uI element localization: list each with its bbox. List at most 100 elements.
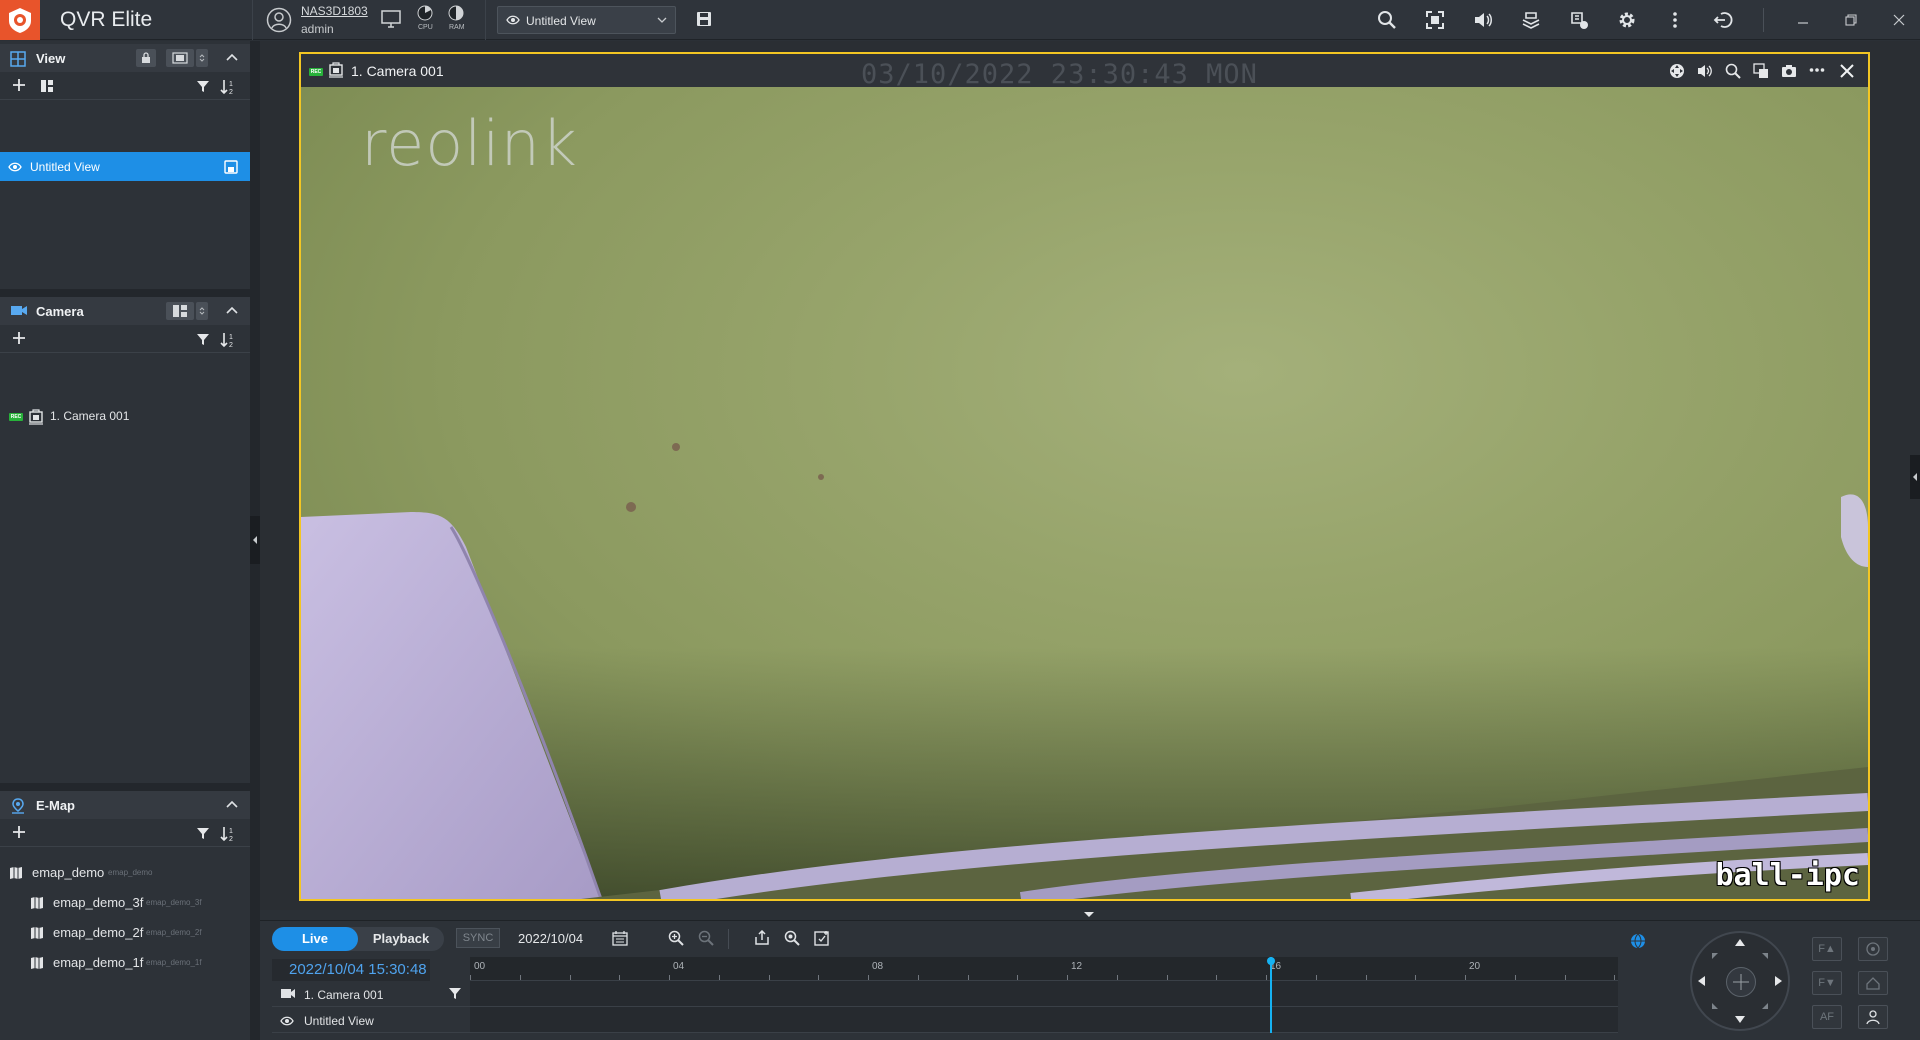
chevron-up-icon[interactable] xyxy=(226,306,238,314)
sort-icon[interactable]: 12 xyxy=(220,332,238,348)
layout-icon[interactable] xyxy=(166,49,194,67)
timeline-tick xyxy=(719,975,720,980)
save-icon[interactable] xyxy=(696,11,712,27)
layout-dropdown-icon[interactable] xyxy=(196,302,208,320)
settings-icon[interactable] xyxy=(1616,9,1638,31)
sort-icon[interactable]: 12 xyxy=(220,826,238,842)
snapshot-icon[interactable] xyxy=(1781,63,1797,79)
grid-layout-icon[interactable] xyxy=(40,79,54,93)
lock-icon[interactable] xyxy=(136,49,156,67)
zoom-in-icon[interactable] xyxy=(668,930,684,946)
focus-far-button[interactable]: F▲ xyxy=(1812,937,1842,961)
add-icon[interactable] xyxy=(12,331,26,345)
timeline-cursor[interactable] xyxy=(1270,957,1272,1033)
filter-icon[interactable] xyxy=(196,827,210,840)
autofocus-button[interactable]: AF xyxy=(1812,1005,1842,1029)
monitor-icon[interactable] xyxy=(381,10,401,28)
view-grid-icon xyxy=(10,51,26,67)
emap-list-item[interactable]: emap_demo_2f emap_demo_2f xyxy=(0,921,250,945)
layers-icon[interactable] xyxy=(1520,9,1542,31)
logout-icon[interactable] xyxy=(1712,9,1734,31)
view-select-dropdown[interactable]: Untitled View xyxy=(497,6,676,34)
chevron-up-icon[interactable] xyxy=(226,53,238,61)
bottom-panel-handle[interactable] xyxy=(1059,908,1119,920)
camera-section-header[interactable]: Camera xyxy=(0,297,250,325)
filter-icon[interactable] xyxy=(196,80,210,93)
camera-section-title: Camera xyxy=(36,304,84,319)
timeline-track[interactable] xyxy=(470,1007,1618,1033)
more-icon[interactable] xyxy=(1809,67,1825,73)
divider xyxy=(0,783,250,791)
filter-icon[interactable] xyxy=(448,987,462,1000)
ptz-control-icon[interactable] xyxy=(1669,63,1685,79)
calendar-icon[interactable] xyxy=(612,930,628,946)
close-icon[interactable] xyxy=(1888,9,1910,31)
view-list-item[interactable]: Untitled View xyxy=(0,152,250,181)
timeline-hour-label: 20 xyxy=(1469,961,1481,972)
zoom-icon[interactable] xyxy=(1725,63,1741,79)
add-icon[interactable] xyxy=(12,825,26,839)
bookmark-icon[interactable] xyxy=(814,930,830,946)
zoom-out-icon[interactable] xyxy=(698,930,714,946)
live-tab[interactable]: Live xyxy=(272,927,358,951)
track-row-label[interactable]: 1. Camera 001 xyxy=(272,981,470,1007)
view-toolbar: 12 xyxy=(0,72,250,100)
emap-list-item[interactable]: emap_demo emap_demo xyxy=(0,861,250,885)
timeline-cursor-handle[interactable] xyxy=(1267,957,1275,965)
camera-list-item[interactable]: REC 1. Camera 001 xyxy=(0,405,250,429)
search-icon[interactable] xyxy=(1376,9,1398,31)
volume-icon[interactable] xyxy=(1472,9,1494,31)
restore-icon[interactable] xyxy=(1840,9,1862,31)
add-icon[interactable] xyxy=(12,78,26,92)
emap-list-item[interactable]: emap_demo_3f emap_demo_3f xyxy=(0,891,250,915)
timeline-tick xyxy=(1415,975,1416,980)
home-position-icon[interactable] xyxy=(1858,971,1888,995)
notification-icon[interactable] xyxy=(1568,9,1590,31)
right-panel-handle[interactable] xyxy=(1910,455,1920,499)
export-icon[interactable] xyxy=(754,930,770,946)
chevron-up-icon[interactable] xyxy=(226,800,238,808)
video-camera-icon xyxy=(10,304,28,316)
focus-near-button[interactable]: F▼ xyxy=(1812,971,1842,995)
camera-item-label: 1. Camera 001 xyxy=(50,409,130,423)
camera-layout-icon[interactable] xyxy=(166,302,194,320)
camera-tile[interactable]: REC 1. Camera 001 03/10/2022 23:30:43 MO… xyxy=(299,52,1870,901)
playback-tab[interactable]: Playback xyxy=(358,927,444,951)
close-icon[interactable] xyxy=(1839,63,1855,79)
divider xyxy=(485,0,486,40)
emap-section-header[interactable]: E-Map xyxy=(0,791,250,819)
emap-list-item[interactable]: emap_demo_1f emap_demo_1f xyxy=(0,951,250,975)
filter-icon[interactable] xyxy=(196,333,210,346)
sync-button[interactable]: SYNC xyxy=(456,928,500,948)
sort-icon[interactable]: 12 xyxy=(220,79,238,95)
ptz-center-button[interactable] xyxy=(1726,967,1756,997)
sidebar-resize-handle[interactable] xyxy=(250,41,260,1040)
timeline-track[interactable] xyxy=(470,981,1618,1007)
preset-target-icon[interactable] xyxy=(1858,937,1888,961)
fullscreen-icon[interactable] xyxy=(1424,9,1446,31)
layout-dropdown-icon[interactable] xyxy=(196,49,208,67)
ptz-direction-pad[interactable] xyxy=(1690,931,1790,1031)
volume-icon[interactable] xyxy=(1697,63,1713,79)
more-icon[interactable] xyxy=(1664,9,1686,31)
divider xyxy=(252,0,253,40)
track-row-label[interactable]: Untitled View xyxy=(272,1007,470,1033)
app-title: QVR Elite xyxy=(60,8,153,31)
eye-icon xyxy=(280,1016,294,1026)
timeline-tick xyxy=(570,975,571,980)
pip-icon[interactable] xyxy=(1753,63,1769,79)
camera-scene xyxy=(301,443,1868,899)
timeline[interactable]: 00 04 08 12 16 20 xyxy=(470,957,1618,1033)
camera-live-feed[interactable]: reolink ball-ipc xyxy=(301,87,1868,899)
globe-icon[interactable] xyxy=(1630,933,1646,949)
minimize-icon[interactable] xyxy=(1792,9,1814,31)
nas-name-link[interactable]: NAS3D1803 xyxy=(301,4,368,18)
user-icon[interactable] xyxy=(266,7,292,33)
timeline-tick xyxy=(520,975,521,980)
timeline-tick xyxy=(1167,975,1168,980)
search-zoom-icon[interactable] xyxy=(784,930,800,946)
view-section-header[interactable]: View xyxy=(0,44,250,72)
collapse-sidebar-handle[interactable] xyxy=(250,516,260,564)
patrol-icon[interactable] xyxy=(1858,1005,1888,1029)
save-icon[interactable] xyxy=(224,160,238,174)
